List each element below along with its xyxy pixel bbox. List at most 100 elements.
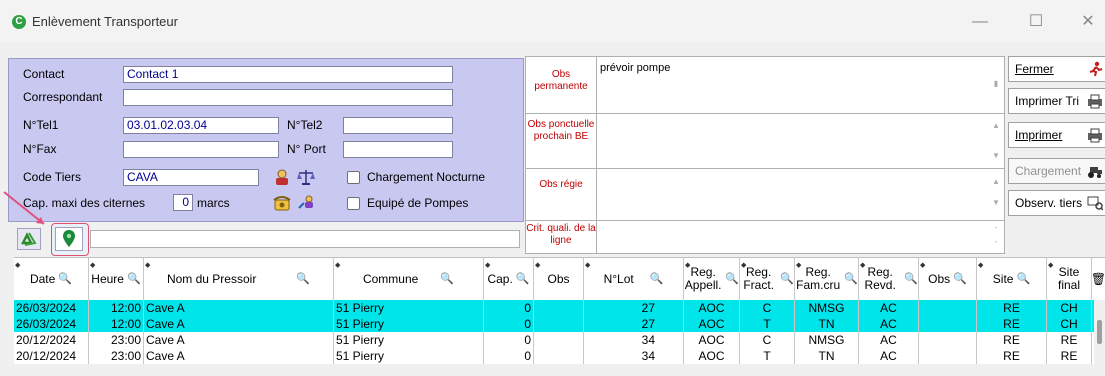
fax-label: N°Fax — [23, 142, 57, 156]
minimize-button[interactable]: — — [960, 8, 1000, 36]
obs-ponctuelle-scroll-down[interactable]: ▼ — [989, 151, 1003, 160]
link-person-icon[interactable] — [295, 193, 317, 213]
column-header-label: Heure — [91, 271, 124, 286]
table-cell — [534, 300, 584, 316]
table-row[interactable]: 20/12/2024 23:00 Cave A 51 Pierry 0 34 A… — [14, 332, 1094, 348]
obs-permanente-scrollbar[interactable]: ▮ — [989, 79, 1003, 88]
window-title: Enlèvement Transporteur — [32, 14, 178, 29]
phone-icon[interactable] — [271, 193, 293, 213]
search-icon[interactable]: 🔍 — [516, 273, 530, 286]
table-cell: 0 — [484, 332, 534, 348]
col-heure[interactable]: ◆ Heure 🔍 — [89, 258, 144, 300]
recycle-button[interactable] — [17, 228, 41, 250]
balance-scale-icon[interactable] — [295, 167, 317, 187]
person-icon[interactable] — [271, 167, 293, 187]
scrollbar-thumb[interactable] — [1097, 320, 1102, 344]
filter-input[interactable] — [90, 230, 520, 248]
imprimer-tri-button[interactable]: Imprimer Tri — [1008, 88, 1105, 114]
imprimer-button[interactable]: Imprimer — [1008, 122, 1105, 148]
equipe-pompes-checkbox[interactable] — [347, 197, 360, 210]
search-icon[interactable]: 🔍 — [844, 273, 858, 286]
sort-marker-icon: ◆ — [585, 262, 591, 269]
search-icon[interactable]: 🔍 — [296, 273, 310, 286]
obs-regie-scroll-down[interactable]: ▼ — [989, 198, 1003, 207]
table-cell: 20/12/2024 — [14, 332, 89, 348]
col-obs2[interactable]: ◆ Obs 🔍 — [919, 258, 977, 300]
sort-marker-icon: ◆ — [90, 262, 96, 269]
maximize-button[interactable]: ☐ — [1016, 8, 1056, 36]
sort-marker-icon: ◆ — [685, 262, 691, 269]
table-cell: 23:00 — [89, 348, 144, 364]
close-button[interactable]: ✕ — [1068, 8, 1105, 36]
contact-label: Contact — [23, 67, 65, 81]
table-cell: 20/12/2024 — [14, 348, 89, 364]
fermer-button[interactable]: Fermer — [1008, 56, 1105, 82]
obs-regie-field[interactable] — [600, 171, 986, 219]
obs-regie-scroll-up[interactable]: ▲ — [989, 177, 1003, 186]
table-cell: AOC — [684, 332, 740, 348]
grid-scrollbar[interactable] — [1094, 300, 1105, 376]
search-icon[interactable]: 🔍 — [127, 273, 141, 286]
table-cell: CH — [1047, 300, 1092, 316]
search-icon[interactable]: 🔍 — [953, 273, 967, 286]
annotation-arrow — [3, 191, 45, 225]
table-cell — [534, 348, 584, 364]
code-tiers-field[interactable]: CAVA — [123, 169, 259, 186]
search-icon[interactable]: 🔍 — [58, 273, 72, 286]
search-icon[interactable]: 🔍 — [650, 273, 664, 286]
table-cell — [919, 300, 977, 316]
table-cell: 34 — [584, 332, 684, 348]
chargement-button[interactable]: Chargement — [1008, 158, 1105, 184]
correspondant-field[interactable] — [123, 89, 453, 106]
search-icon[interactable]: 🔍 — [440, 273, 454, 286]
col-obs[interactable]: ◆ Obs — [534, 258, 584, 300]
port-field[interactable] — [343, 141, 453, 158]
column-header-label: Obs — [928, 271, 951, 286]
obs-permanente-field[interactable]: prévoir pompe — [600, 62, 986, 110]
observ-tiers-button[interactable]: Observ. tiers — [1008, 190, 1105, 216]
table-cell: C — [740, 300, 795, 316]
search-icon[interactable]: 🔍 — [904, 273, 918, 286]
fax-field[interactable] — [123, 141, 279, 158]
tel2-field[interactable] — [343, 117, 453, 134]
search-icon[interactable]: 🔍 — [780, 273, 794, 286]
map-pin-button[interactable] — [55, 227, 83, 251]
chargement-nocturne-label: Chargement Nocturne — [367, 170, 486, 184]
printer-icon — [1088, 128, 1102, 143]
obs-ponctuelle-scroll-up[interactable]: ▲ — [989, 121, 1003, 130]
map-pin-icon — [63, 230, 75, 247]
col-reg-fract[interactable]: ◆ Reg. Fract. 🔍 — [740, 258, 795, 300]
tiers-form-panel: Contact Contact 1 Correspondant N°Tel1 0… — [8, 58, 524, 222]
table-cell: 0 — [484, 348, 534, 364]
col-pressoir[interactable]: ◆ Nom du Pressoir 🔍 — [144, 258, 334, 300]
table-row[interactable]: 26/03/2024 12:00 Cave A 51 Pierry 0 27 A… — [14, 300, 1094, 316]
table-cell: Cave A — [144, 348, 334, 364]
crit-quali-scroll-up[interactable]: - — [989, 223, 1003, 232]
obs-ponctuelle-field[interactable] — [600, 117, 986, 165]
col-commune[interactable]: ◆ Commune 🔍 — [334, 258, 484, 300]
crit-quali-field[interactable] — [600, 223, 986, 251]
col-site[interactable]: ◆ Site 🔍 — [977, 258, 1047, 300]
col-reg-famcru[interactable]: ◆ Reg. Fam.cru 🔍 — [795, 258, 859, 300]
exit-icon — [1089, 61, 1103, 77]
tel1-field[interactable]: 03.01.02.03.04 — [123, 117, 279, 134]
col-cap[interactable]: ◆ Cap. 🔍 — [484, 258, 534, 300]
col-lot[interactable]: ◆ N°Lot 🔍 — [584, 258, 684, 300]
table-cell: 23:00 — [89, 332, 144, 348]
obs-ponctuelle-label: Obs ponctuelle prochain BE — [527, 119, 595, 142]
col-reg-appell[interactable]: ◆ Reg. Appell. 🔍 — [684, 258, 740, 300]
cap-field[interactable]: 0 — [173, 194, 193, 211]
table-cell: 12:00 — [89, 316, 144, 332]
chargement-nocturne-checkbox[interactable] — [347, 171, 360, 184]
col-site-final[interactable]: ◆ Site final — [1047, 258, 1092, 300]
table-cell — [534, 316, 584, 332]
trash-icon[interactable]: 🗑 — [1091, 258, 1105, 300]
table-row[interactable]: 20/12/2024 23:00 Cave A 51 Pierry 0 34 A… — [14, 348, 1094, 364]
col-date[interactable]: ◆ Date 🔍 — [14, 258, 89, 300]
crit-quali-scroll-down[interactable]: - — [989, 237, 1003, 246]
col-reg-revd[interactable]: ◆ Reg. Revd. 🔍 — [859, 258, 919, 300]
table-row[interactable]: 26/03/2024 12:00 Cave A 51 Pierry 0 27 A… — [14, 316, 1094, 332]
contact-field[interactable]: Contact 1 — [123, 66, 453, 83]
search-icon[interactable]: 🔍 — [1016, 273, 1030, 286]
search-icon[interactable]: 🔍 — [725, 273, 739, 286]
